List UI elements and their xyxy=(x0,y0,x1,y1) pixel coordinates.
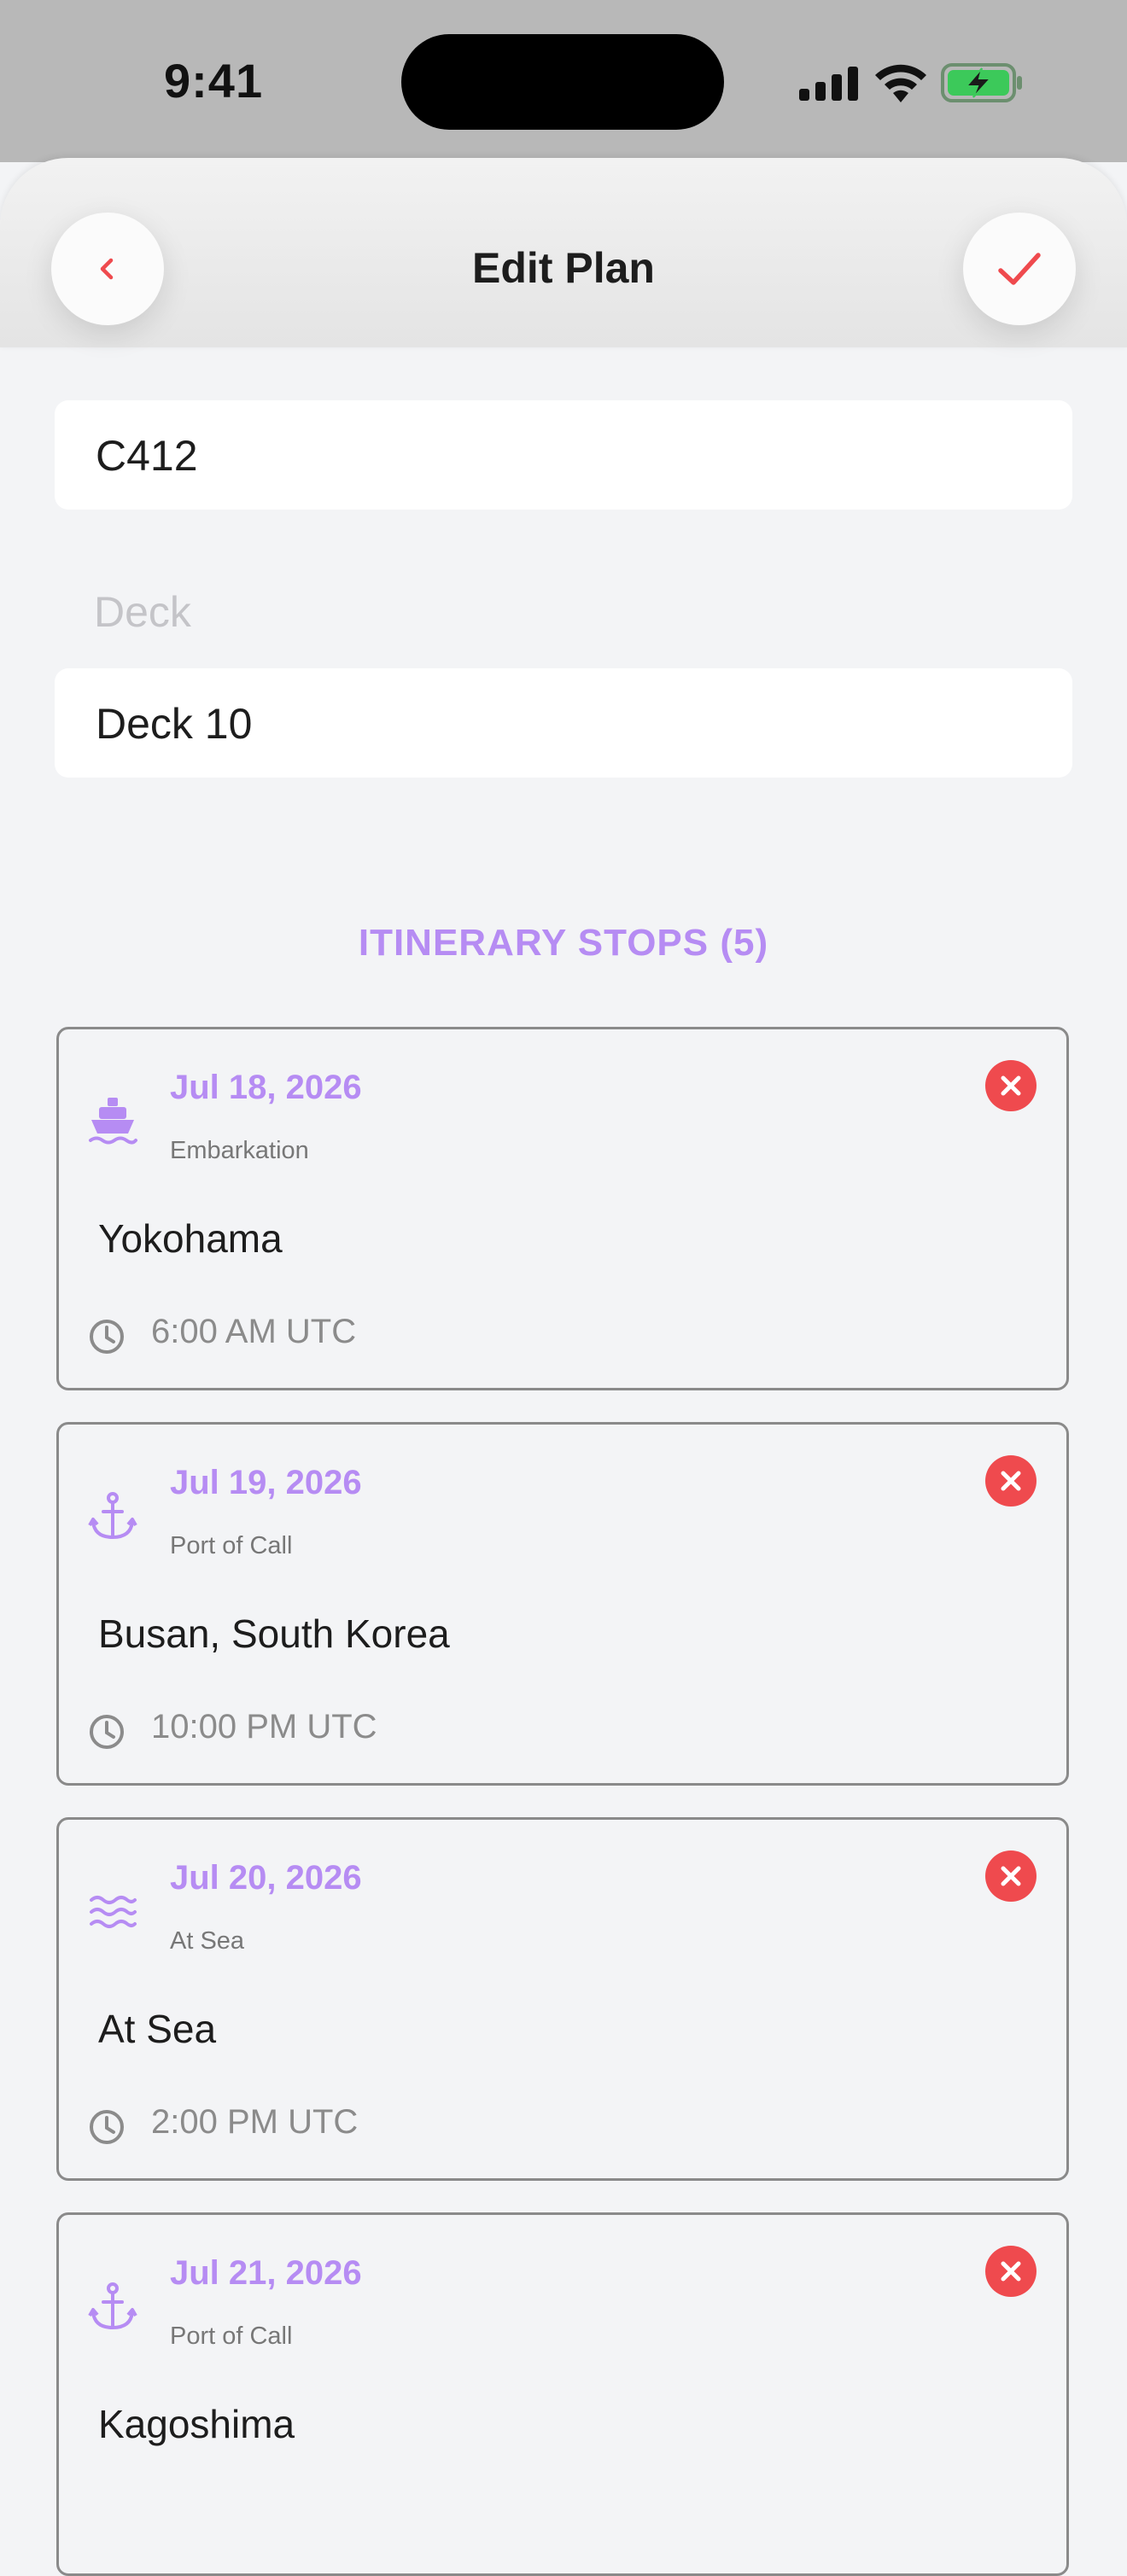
anchor-icon xyxy=(88,2282,137,2330)
itinerary-stop-card[interactable]: Jul 19, 2026 Port of Call Busan, South K… xyxy=(56,1422,1069,1786)
cabin-field[interactable]: C412 xyxy=(55,400,1072,510)
deck-label: Deck xyxy=(94,588,191,636)
clock-icon xyxy=(90,2110,124,2144)
remove-stop-button[interactable] xyxy=(985,2246,1036,2297)
close-icon xyxy=(1001,1471,1021,1491)
stop-port-name: Busan, South Korea xyxy=(98,1611,450,1656)
close-icon xyxy=(1001,1075,1021,1096)
stop-time: 2:00 PM UTC xyxy=(151,2103,359,2141)
stop-date: Jul 20, 2026 xyxy=(170,1859,362,1897)
itinerary-stop-card[interactable]: Jul 21, 2026 Port of Call Kagoshima xyxy=(56,2212,1069,2576)
cellular-signal-icon xyxy=(799,67,858,101)
stop-date: Jul 19, 2026 xyxy=(170,1464,362,1501)
deck-field[interactable]: Deck 10 xyxy=(55,668,1072,778)
remove-stop-button[interactable] xyxy=(985,1060,1036,1111)
wifi-icon xyxy=(875,64,926,102)
stop-port-name: At Sea xyxy=(98,2007,217,2051)
itinerary-stop-card[interactable]: Jul 20, 2026 At Sea At Sea 2:00 PM UTC xyxy=(56,1817,1069,2181)
stop-type: Port of Call xyxy=(170,2322,293,2350)
anchor-icon xyxy=(88,1492,137,1540)
stop-time: 6:00 AM UTC xyxy=(151,1313,357,1350)
battery-icon xyxy=(941,63,1022,102)
itinerary-stop-card[interactable]: Jul 18, 2026 Embarkation Yokohama 6:00 A… xyxy=(56,1027,1069,1390)
checkmark-icon xyxy=(998,253,1041,285)
clock-icon xyxy=(90,1320,124,1354)
itinerary-section-title: ITINERARY STOPS (5) xyxy=(358,922,769,964)
page-title: Edit Plan xyxy=(472,244,655,292)
stop-type: At Sea xyxy=(170,1927,245,1955)
cabin-field-value: C412 xyxy=(96,432,198,480)
clock-icon xyxy=(90,1715,124,1749)
stop-type: Embarkation xyxy=(170,1137,309,1164)
stop-port-name: Yokohama xyxy=(98,1216,283,1261)
stop-type: Port of Call xyxy=(170,1532,293,1559)
nav-header: Edit Plan xyxy=(0,158,1127,347)
remove-stop-button[interactable] xyxy=(985,1850,1036,1902)
stop-date: Jul 21, 2026 xyxy=(170,2254,362,2292)
status-bar: 9:41 xyxy=(0,0,1127,162)
stop-time: 10:00 PM UTC xyxy=(151,1708,377,1746)
ship-icon xyxy=(89,1098,137,1145)
stop-port-name: Kagoshima xyxy=(98,2402,295,2446)
save-button[interactable] xyxy=(963,213,1076,325)
status-time: 9:41 xyxy=(164,54,264,108)
dynamic-island xyxy=(401,34,724,130)
stop-date: Jul 18, 2026 xyxy=(170,1069,362,1106)
close-icon xyxy=(1001,2261,1021,2282)
remove-stop-button[interactable] xyxy=(985,1455,1036,1507)
close-icon xyxy=(1001,1866,1021,1886)
waves-icon xyxy=(90,1896,137,1928)
deck-field-value: Deck 10 xyxy=(96,700,253,748)
